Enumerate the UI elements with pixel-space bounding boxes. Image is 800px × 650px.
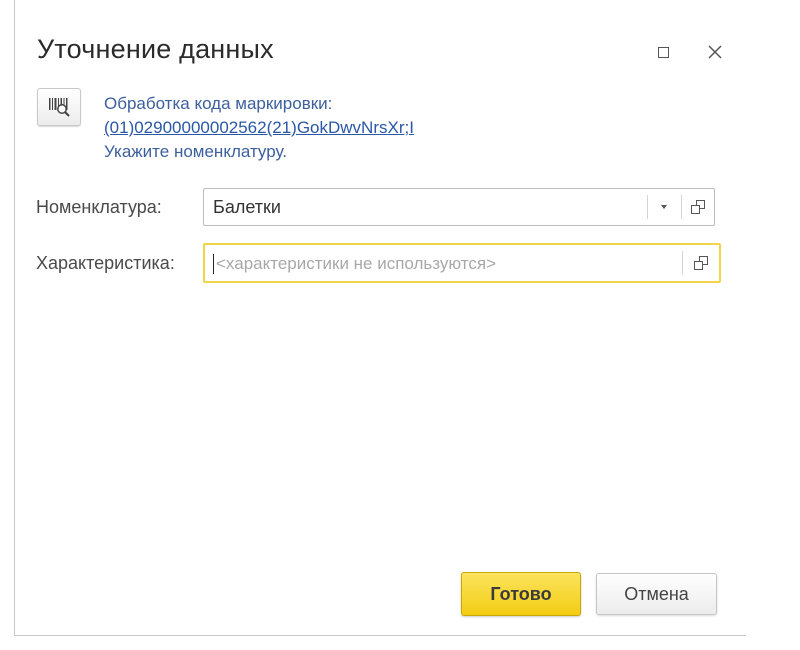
- marking-code-link[interactable]: (01)02900000002562(21)GokDwvNrsXr;I: [104, 116, 414, 140]
- cancel-button[interactable]: Отмена: [596, 573, 717, 615]
- info-line-processing: Обработка кода маркировки:: [104, 94, 333, 113]
- info-message: Обработка кода маркировки: (01)029000000…: [104, 92, 414, 164]
- text-cursor: [213, 254, 214, 274]
- close-button[interactable]: [701, 38, 729, 66]
- maximize-button[interactable]: [649, 38, 677, 66]
- maximize-icon: [657, 46, 669, 58]
- open-form-icon: [694, 256, 708, 270]
- chevron-down-icon: [661, 205, 667, 209]
- nomenclature-field[interactable]: Балетки: [203, 188, 715, 226]
- nomenclature-input[interactable]: Балетки: [213, 197, 281, 218]
- nomenclature-label: Номенклатура:: [36, 197, 162, 217]
- dialog-title: Уточнение данных: [37, 34, 274, 64]
- done-button[interactable]: Готово: [461, 572, 581, 616]
- barcode-scan-icon: [49, 98, 70, 117]
- open-form-icon: [691, 200, 705, 214]
- characteristic-label: Характеристика:: [36, 253, 175, 273]
- dialog-window: Уточнение данных Обработка кода маркиров…: [14, 0, 746, 636]
- close-icon: [708, 45, 722, 59]
- nomenclature-dropdown-button[interactable]: [648, 189, 680, 225]
- characteristic-field[interactable]: <характеристики не используются>: [203, 243, 721, 283]
- characteristic-open-button[interactable]: [683, 245, 719, 281]
- barcode-scan-button[interactable]: [37, 88, 81, 126]
- info-line-instruction: Укажите номенклатуру.: [104, 142, 288, 161]
- nomenclature-open-button[interactable]: [682, 189, 714, 225]
- characteristic-input[interactable]: <характеристики не используются>: [216, 254, 496, 274]
